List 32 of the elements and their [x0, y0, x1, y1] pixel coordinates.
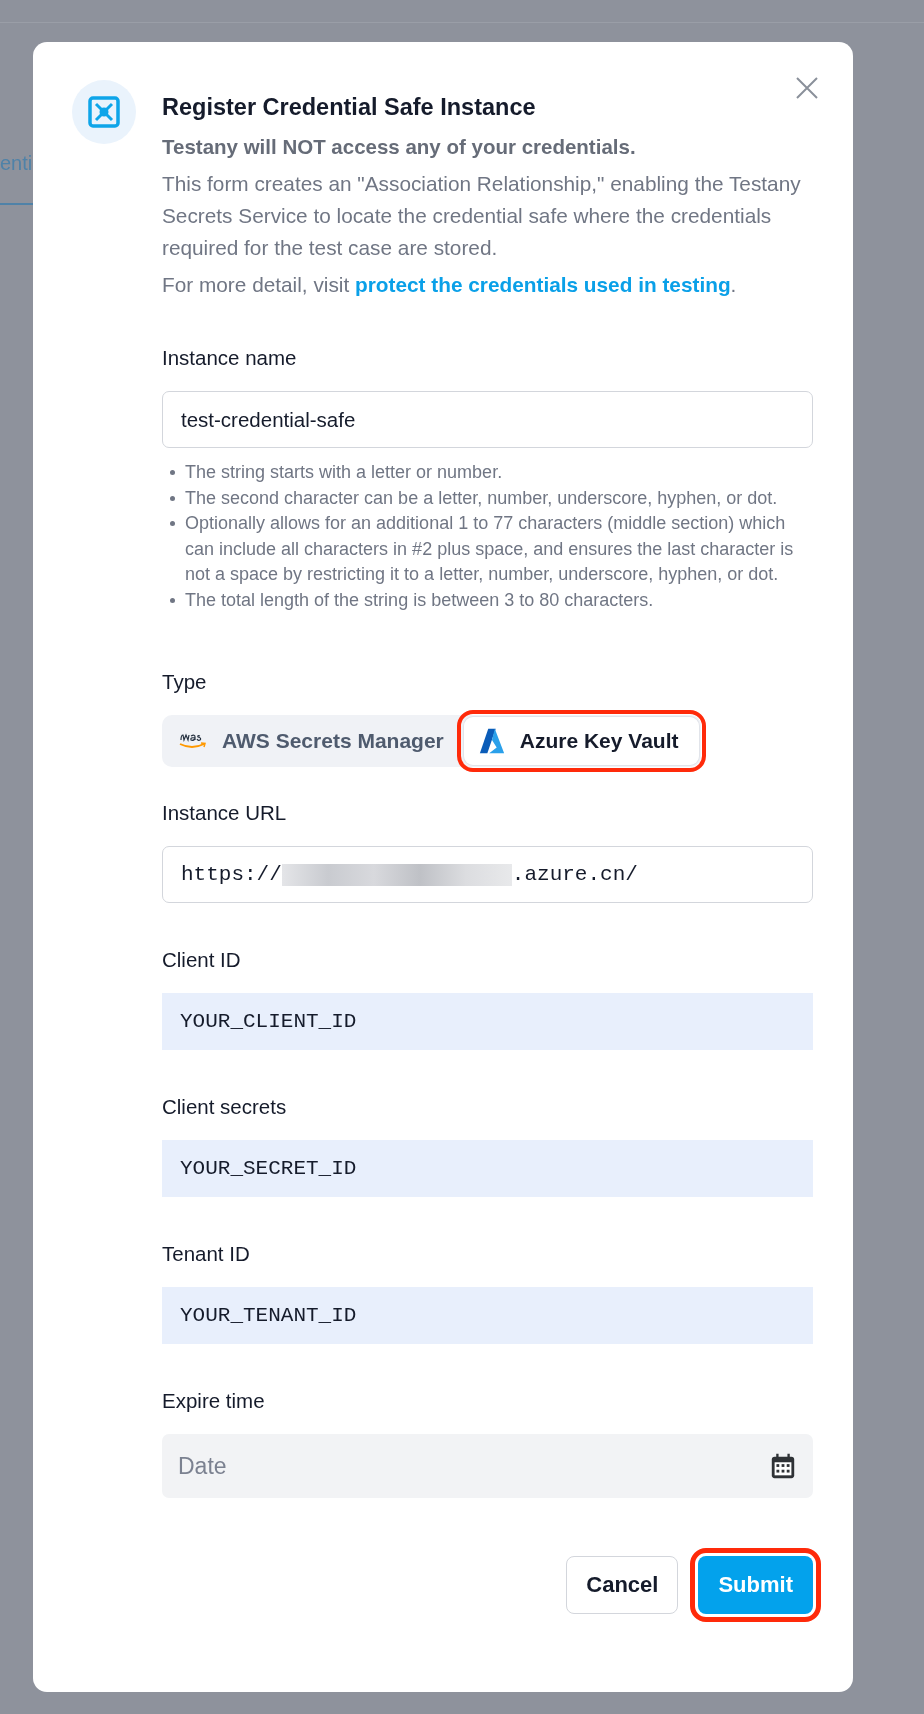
url-field[interactable]: https:// .azure.cn/ — [162, 846, 813, 903]
bullet-icon — [170, 470, 175, 475]
text-field[interactable]: test-credential-safe — [162, 391, 813, 448]
azure-logo-icon — [477, 727, 506, 755]
more-detail-text: For more detail, visit protect the credentials used in testing. — [162, 272, 738, 298]
bullet-icon — [170, 521, 175, 526]
field-label: Instance URL — [162, 800, 288, 826]
credential-field[interactable]: YOUR_SECRET_ID — [162, 1140, 813, 1197]
bullet-icon — [170, 597, 175, 603]
cancel-button[interactable]: Cancel — [566, 1556, 679, 1614]
description-text: This form creates an "Association Relationship," enabling the Testany Secrets Service to locate the credential safe where the credentials required for the test case are stored. — [162, 171, 802, 261]
warning-text: Testany will NOT access any of your credentials. — [162, 134, 637, 160]
rule-text: The second character can be a letter, number, underscore, hyphen, or dot. — [185, 486, 778, 510]
rule-text: Optionally allows for an additional 1 to 77 characters (middle section) which can include all characters in #2 plus space, and ensures the last character is not a space by restricting it to a letter, number, underscore, hyphen, or dot. — [185, 512, 795, 586]
credential-field[interactable]: YOUR_TENANT_ID — [162, 1287, 813, 1344]
aws-logo-icon — [178, 731, 208, 751]
close-icon[interactable] — [795, 76, 819, 100]
type-option[interactable]: AWS Secrets Manager — [164, 717, 464, 765]
field-label: Tenant ID — [162, 1241, 251, 1267]
field-label: Instance name — [162, 345, 298, 371]
safe-icon — [72, 80, 136, 144]
field-label: Expire time — [162, 1388, 266, 1414]
field-label: Client ID — [162, 947, 242, 973]
date-field[interactable]: Date — [162, 1434, 813, 1498]
dialog-title: Register Credential Safe Instance — [162, 93, 537, 122]
bullet-icon — [170, 495, 175, 501]
field-label: Client secrets — [162, 1094, 288, 1120]
background-tab-label: enti — [0, 152, 33, 175]
credential-field[interactable]: YOUR_CLIENT_ID — [162, 993, 813, 1050]
rule-text: The total length of the string is between 3 to 80 characters. — [185, 588, 654, 612]
rule-text: The string starts with a letter or number. — [185, 461, 503, 484]
field-label: Type — [162, 669, 208, 695]
